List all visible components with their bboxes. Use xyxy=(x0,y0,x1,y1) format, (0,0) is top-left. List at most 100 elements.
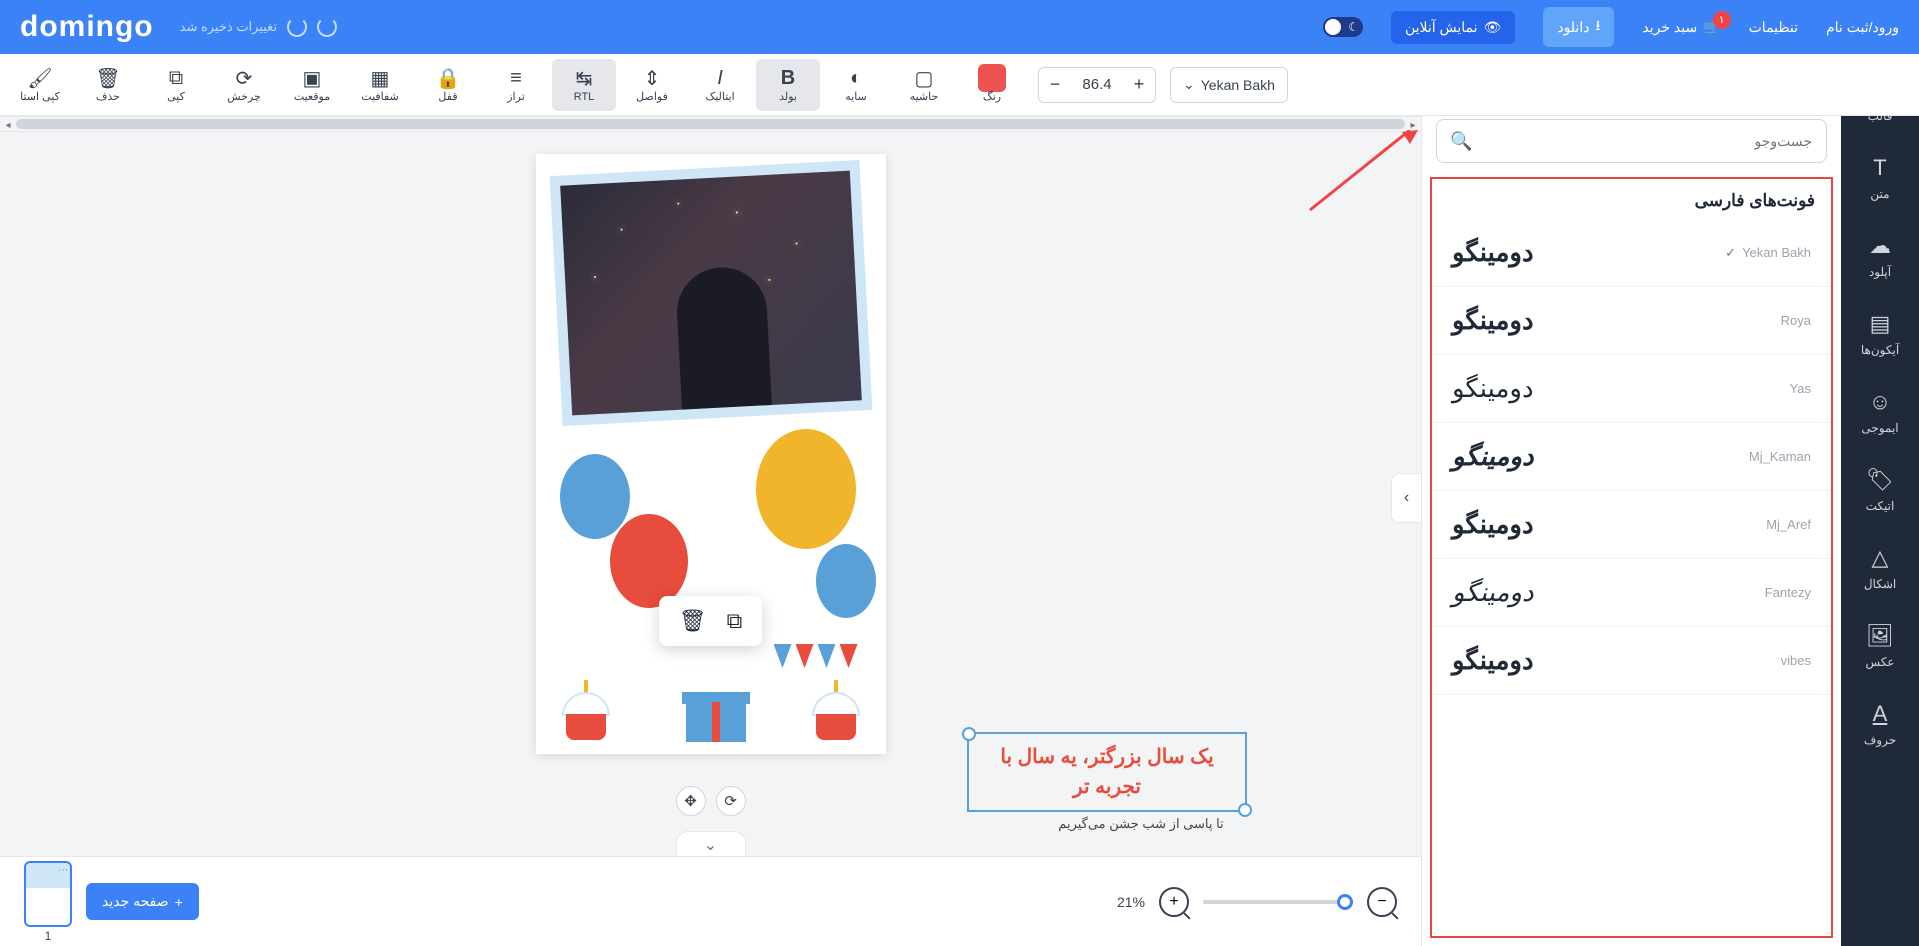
bunting-shape[interactable] xyxy=(774,644,858,668)
color-tool[interactable]: رنگ xyxy=(960,59,1024,111)
selected-text-box[interactable]: یک سال بزرگتر، یه سال با تجربه تر xyxy=(967,732,1247,812)
side-rail: ▦قالب Tمتن ☁آپلود ▤آیکون‌ها ☺ایموجی 🏷اتی… xyxy=(1841,54,1919,946)
image-icon: 🖼 xyxy=(1866,623,1894,649)
zoom-control: 21% + − xyxy=(1117,887,1397,917)
online-preview-button[interactable]: 👁 نمایش آنلاین xyxy=(1391,11,1515,44)
shadow-tool[interactable]: ◐سایه xyxy=(824,59,888,111)
italic-tool[interactable]: Iایتالیک xyxy=(688,59,752,111)
transform-handles: ⟳ ✥ xyxy=(676,786,746,816)
scroll-left-arrow[interactable]: ◂ xyxy=(0,117,16,133)
new-page-label: صفحه جدید xyxy=(102,893,169,910)
spacing-tool[interactable]: ⇕فواصل xyxy=(620,59,684,111)
font-list: فونت‌های فارسی Yekan Bakh✓ دومینگو Roya … xyxy=(1430,177,1833,938)
rotate-icon: ⟳ xyxy=(236,66,253,90)
rotate-tool[interactable]: ⟳چرخش xyxy=(212,59,276,111)
rail-tag[interactable]: 🏷اتیکت xyxy=(1841,452,1919,528)
font-name-label: Yekan Bakh xyxy=(1201,77,1275,93)
rail-shapes[interactable]: △اشکال xyxy=(1841,530,1919,606)
align-tool[interactable]: ≡تراز xyxy=(484,59,548,111)
more-icon[interactable]: ⋯ xyxy=(58,865,68,876)
bold-tool[interactable]: Bبولد xyxy=(756,59,820,111)
font-size-decrease[interactable]: − xyxy=(1039,68,1071,102)
cart-badge: ۱ xyxy=(1713,11,1731,29)
zoom-slider-knob[interactable] xyxy=(1337,894,1353,910)
layers-icon: ▣ xyxy=(303,66,322,90)
checker-icon: ▦ xyxy=(371,66,390,90)
border-icon: ▢ xyxy=(915,66,934,90)
expand-pages-tab[interactable]: ⌄ xyxy=(676,831,746,856)
collapse-panel-tab[interactable]: › xyxy=(1391,473,1421,523)
save-status: تغییرات ذخیره شد xyxy=(180,17,337,37)
canvas-area[interactable]: ◂ ▸ یک سال بزرگتر، یه سال با تجربه تر تا… xyxy=(0,116,1421,856)
dark-mode-toggle[interactable]: ☾ xyxy=(1323,17,1363,37)
page-thumbnail[interactable]: ⋯ xyxy=(24,861,72,927)
font-section-title: فونت‌های فارسی xyxy=(1432,179,1831,219)
emoji-icon: ☺ xyxy=(1869,389,1891,415)
font-row-yekanbakh[interactable]: Yekan Bakh✓ دومینگو xyxy=(1432,219,1831,287)
copy-style-tool[interactable]: 🖌کپی استا xyxy=(8,59,72,111)
font-search-input[interactable] xyxy=(1436,119,1827,163)
delete-icon[interactable]: 🗑 xyxy=(679,608,707,634)
position-tool[interactable]: ▣موقعیت xyxy=(280,59,344,111)
cart-button[interactable]: 🛒 سبد خرید ۱ xyxy=(1642,19,1720,36)
rail-image[interactable]: 🖼عکس xyxy=(1841,608,1919,684)
balloon-shape[interactable] xyxy=(756,429,856,549)
move-handle-icon[interactable]: ✥ xyxy=(676,786,706,816)
balloon-shape[interactable] xyxy=(610,514,688,608)
rail-icons[interactable]: ▤آیکون‌ها xyxy=(1841,296,1919,372)
duplicate-icon[interactable]: ⧉ xyxy=(727,608,743,634)
border-tool[interactable]: ▢حاشیه xyxy=(892,59,956,111)
font-row-yas[interactable]: Yas دومینگو xyxy=(1432,355,1831,423)
zoom-slider[interactable] xyxy=(1203,900,1353,904)
photo-frame[interactable] xyxy=(549,160,872,426)
subtitle-text[interactable]: تا پاسی از شب جشن می‌گیریم xyxy=(1001,816,1281,832)
sync-icon-2 xyxy=(287,17,307,37)
font-panel: فونت 🔍 فونت‌های فارسی Yekan Bakh✓ دومینگ… xyxy=(1421,54,1841,946)
scroll-right-arrow[interactable]: ▸ xyxy=(1405,117,1421,133)
save-status-text: تغییرات ذخیره شد xyxy=(180,19,277,35)
font-row-mjaref[interactable]: Mj_Aref دومینگو xyxy=(1432,491,1831,559)
shadow-icon: ◐ xyxy=(850,66,862,90)
cupcake-shape[interactable] xyxy=(556,684,616,740)
text-toolbar: 🖌کپی استا 🗑حذف ⧉کپی ⟳چرخش ▣موقعیت ▦شفافی… xyxy=(0,54,1919,116)
zoom-out-button[interactable]: − xyxy=(1367,887,1397,917)
font-size-increase[interactable]: + xyxy=(1123,68,1155,102)
artboard[interactable] xyxy=(536,154,886,754)
new-page-button[interactable]: + صفحه جدید xyxy=(86,883,199,920)
download-button[interactable]: ⭳ دانلود xyxy=(1543,7,1614,47)
horizontal-scrollbar[interactable]: ◂ ▸ xyxy=(0,116,1421,132)
zoom-in-button[interactable]: + xyxy=(1159,887,1189,917)
font-size-input[interactable] xyxy=(1071,76,1123,93)
font-row-roya[interactable]: Roya دومینگو xyxy=(1432,287,1831,355)
preview-label: نمایش آنلاین xyxy=(1405,19,1478,36)
rotate-handle-icon[interactable]: ⟳ xyxy=(716,786,746,816)
plus-icon: + xyxy=(175,894,183,910)
delete-tool[interactable]: 🗑حذف xyxy=(76,59,140,111)
cupcake-shape[interactable] xyxy=(806,684,866,740)
rail-text[interactable]: Tمتن xyxy=(1841,140,1919,216)
trash-icon: 🗑 xyxy=(95,66,120,90)
balloon-shape[interactable] xyxy=(816,544,876,618)
rail-letters[interactable]: Aحروف xyxy=(1841,686,1919,762)
font-family-select[interactable]: ⌄ Yekan Bakh xyxy=(1170,67,1288,103)
font-row-vibes[interactable]: vibes دومینگو xyxy=(1432,627,1831,695)
balloon-shape[interactable] xyxy=(560,454,630,539)
font-row-fantezy[interactable]: Fantezy دومینگو xyxy=(1432,559,1831,627)
font-row-mjkaman[interactable]: Mj_Kaman دومینگو xyxy=(1432,423,1831,491)
tag-icon: 🏷 xyxy=(1866,467,1894,493)
rail-upload[interactable]: ☁آپلود xyxy=(1841,218,1919,294)
settings-link[interactable]: تنظیمات xyxy=(1749,19,1798,36)
lock-tool[interactable]: 🔒قفل xyxy=(416,59,480,111)
gift-shape[interactable] xyxy=(686,690,746,742)
paint-roller-icon: 🖌 xyxy=(27,66,52,90)
italic-icon: I xyxy=(717,66,723,90)
login-link[interactable]: ورود/ثبت نام xyxy=(1826,19,1899,36)
search-icon: 🔍 xyxy=(1450,131,1472,152)
scrollbar-thumb[interactable] xyxy=(16,119,1405,129)
headline-text[interactable]: یک سال بزرگتر، یه سال با تجربه تر xyxy=(975,742,1239,802)
copy-tool[interactable]: ⧉کپی xyxy=(144,59,208,111)
rtl-tool[interactable]: ↹RTL xyxy=(552,59,616,111)
opacity-tool[interactable]: ▦شفافیت xyxy=(348,59,412,111)
page-number: 1 xyxy=(24,929,72,943)
rail-emoji[interactable]: ☺ایموجی xyxy=(1841,374,1919,450)
